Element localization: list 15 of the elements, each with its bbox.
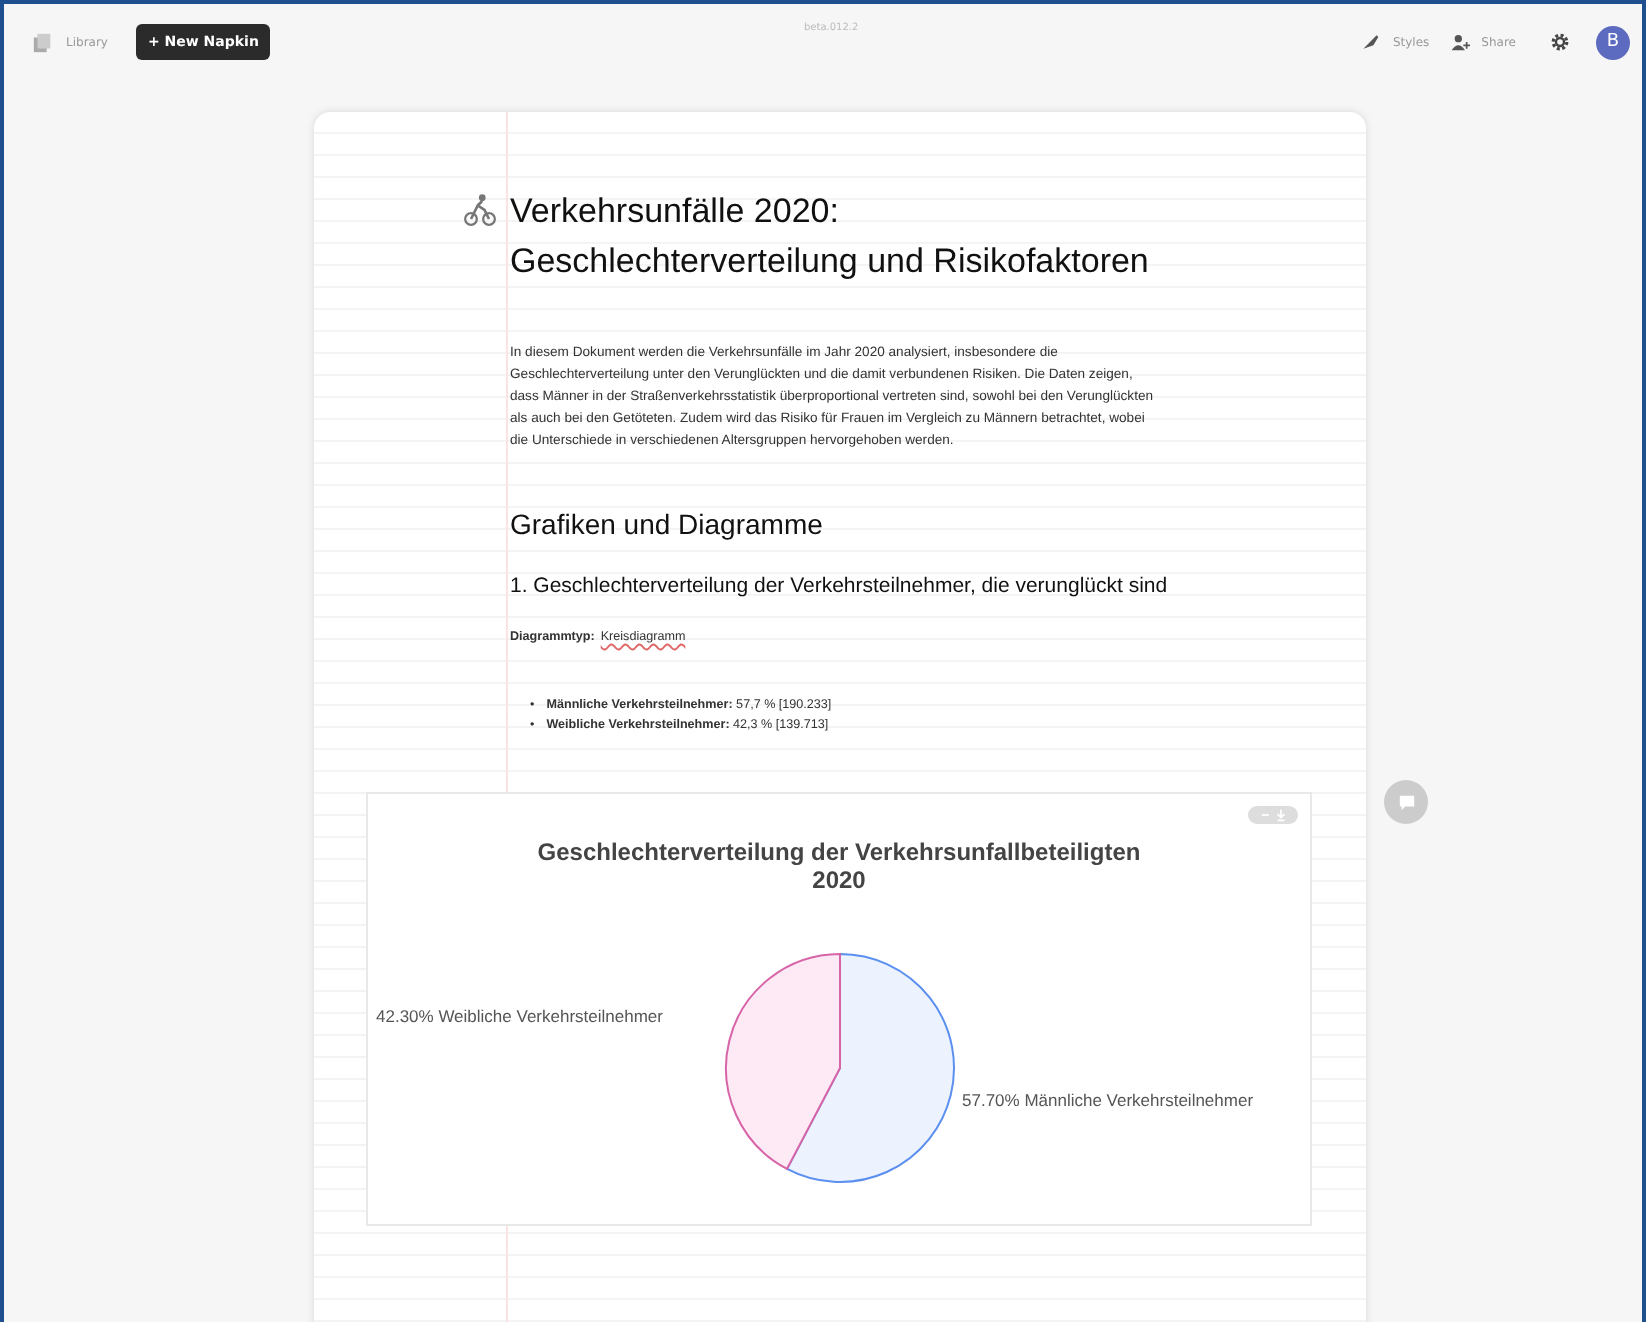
section-heading: Grafiken und Diagramme (510, 508, 825, 540)
brush-icon[interactable] (1360, 32, 1381, 52)
subsection-heading: 1. Geschlechterverteilung der Verkehrsteilnehmer, die verunglückt sind (510, 576, 1170, 598)
person-add-icon[interactable] (1449, 32, 1470, 52)
comment-button[interactable] (1384, 780, 1428, 824)
library-icon[interactable] (32, 31, 54, 53)
chart-title: Geschlechterverteilung der Verkehrsunfallbeteiligten 2020 (535, 838, 1143, 894)
document-title: Verkehrsunfälle 2020: Geschlechterverteilung und Risikofaktoren (510, 190, 1151, 284)
slice-label: 42.30% Weibliche Verkehrsteilnehmer (376, 1006, 663, 1026)
chart-toolbar[interactable] (1248, 806, 1298, 824)
cyclist-icon (462, 192, 498, 228)
slice-label: 57.70% Männliche Verkehrsteilnehmer (962, 1090, 1254, 1110)
user-avatar[interactable]: B (1596, 25, 1630, 59)
settings-icon[interactable] (1548, 30, 1572, 54)
speech-bubble-icon (1397, 793, 1415, 811)
